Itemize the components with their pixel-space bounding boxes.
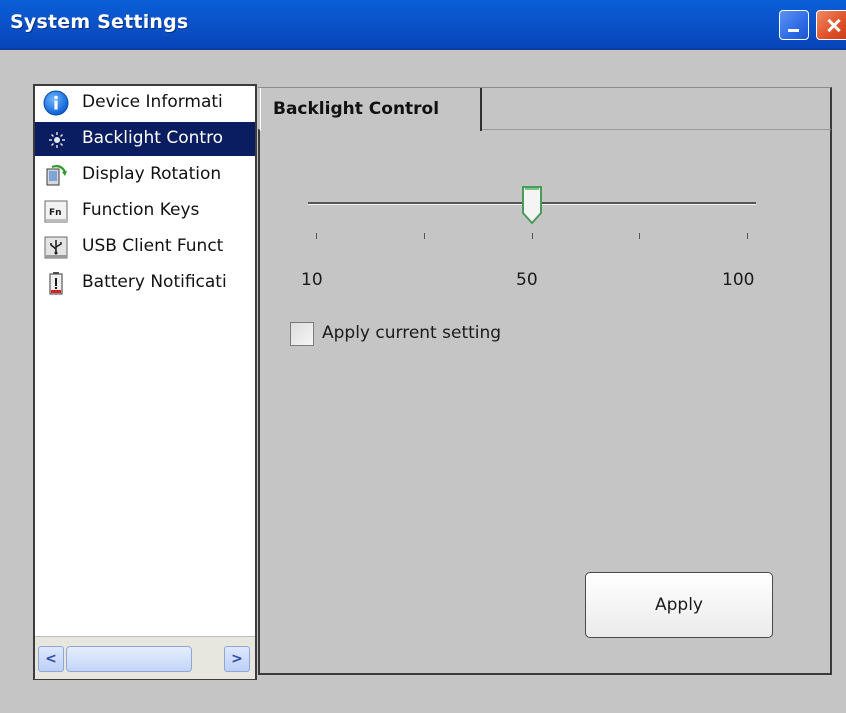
slider-tick	[316, 233, 317, 239]
function-keys-icon: Fn	[44, 200, 68, 223]
apply-current-setting-checkbox[interactable]	[290, 322, 314, 346]
battery-icon	[49, 272, 63, 295]
apply-button[interactable]: Apply	[585, 572, 773, 638]
scroll-right-button[interactable]: >	[224, 646, 250, 672]
backlight-slider-thumb[interactable]	[521, 185, 543, 225]
scroll-left-button[interactable]: <	[38, 646, 64, 672]
list-item-label: Function Keys	[82, 200, 200, 220]
slider-min-label: 10	[301, 270, 323, 290]
window-title: System Settings	[10, 11, 189, 33]
list-item-label: USB Client Funct	[82, 236, 224, 256]
settings-list[interactable]: Device Informati Backlight Contro Displa…	[33, 84, 257, 680]
list-item-battery-notification[interactable]: Battery Notificati	[35, 266, 255, 300]
slider-tick	[423, 233, 425, 239]
list-item-usb-client[interactable]: USB Client Funct	[35, 230, 255, 264]
close-button[interactable]	[816, 10, 846, 40]
list-item-display-rotation[interactable]: Display Rotation	[35, 158, 255, 192]
display-rotation-icon	[46, 165, 67, 186]
usb-icon	[44, 236, 68, 259]
slider-tick	[639, 233, 641, 239]
list-item-function-keys[interactable]: Fn Function Keys	[35, 194, 255, 228]
horizontal-scrollbar[interactable]: < >	[35, 636, 255, 679]
slider-mid-label: 50	[516, 270, 538, 290]
title-bar[interactable]: System Settings	[0, 0, 846, 50]
slider-tick	[747, 233, 748, 239]
chevron-right-icon: >	[231, 651, 243, 667]
slider-max-label: 100	[722, 270, 755, 290]
info-icon	[43, 90, 69, 116]
apply-current-setting-label[interactable]: Apply current setting	[322, 323, 501, 343]
list-item-label: Display Rotation	[82, 164, 222, 184]
scrollbar-thumb[interactable]	[66, 646, 192, 672]
minimize-button[interactable]	[779, 10, 809, 40]
list-item-backlight-control[interactable]: Backlight Contro	[35, 122, 255, 156]
list-item-device-information[interactable]: Device Informati	[35, 86, 255, 120]
apply-button-label: Apply	[655, 595, 703, 615]
list-item-label: Backlight Contro	[82, 128, 224, 148]
svg-text:Fn: Fn	[49, 208, 62, 218]
settings-list-viewport: Device Informati Backlight Contro Displa…	[35, 86, 255, 636]
backlight-icon	[49, 132, 65, 148]
list-item-label: Device Informati	[82, 92, 223, 112]
tab-backlight-control[interactable]: Backlight Control	[260, 88, 482, 131]
chevron-left-icon: <	[45, 651, 57, 667]
list-item-label: Battery Notificati	[82, 272, 227, 292]
slider-tick	[531, 233, 533, 239]
tab-label: Backlight Control	[273, 99, 440, 119]
